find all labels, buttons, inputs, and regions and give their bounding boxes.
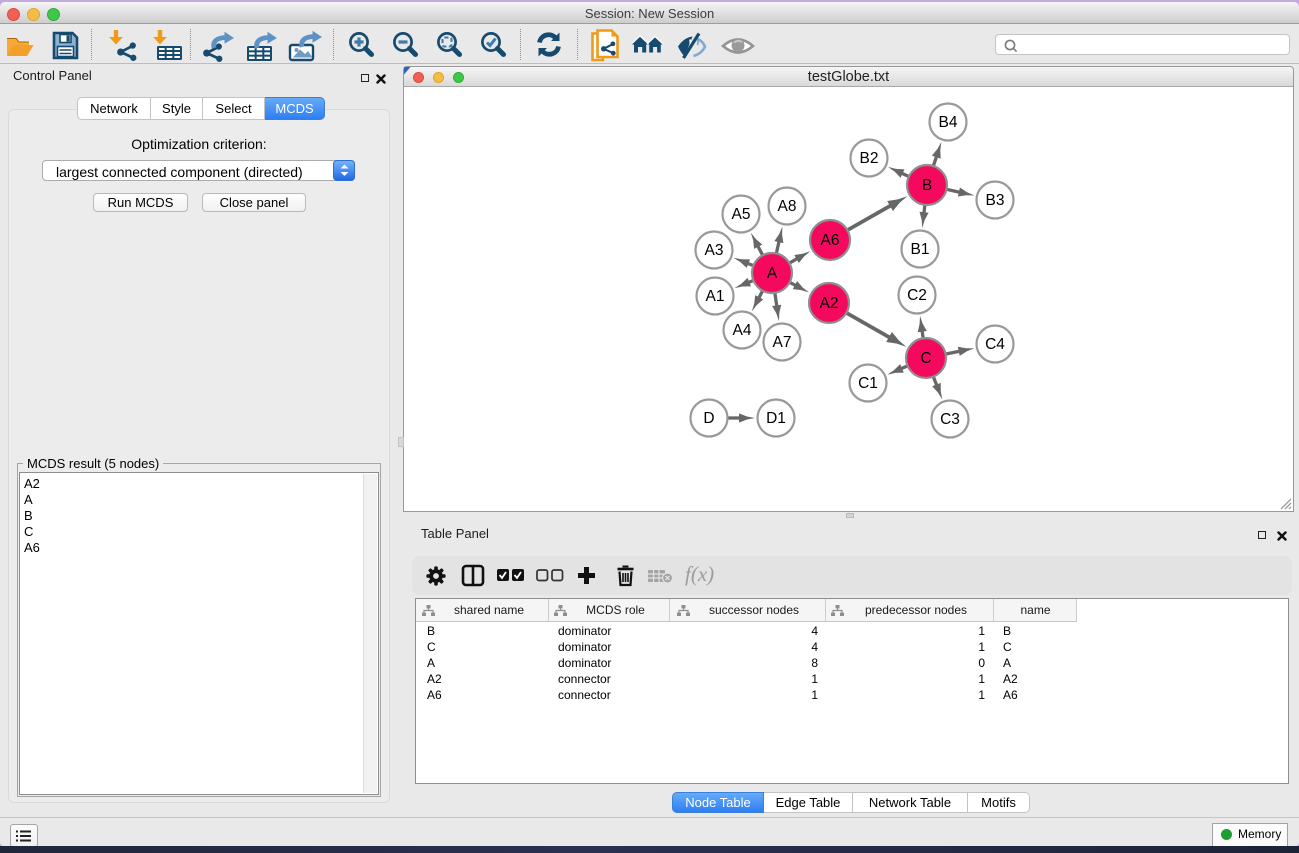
svg-text:A8: A8: [778, 198, 797, 215]
svg-text:B: B: [922, 177, 932, 194]
svg-text:A2: A2: [820, 295, 839, 312]
svg-text:C4: C4: [985, 336, 1005, 353]
svg-text:B3: B3: [986, 192, 1005, 209]
svg-text:A: A: [767, 265, 778, 282]
svg-text:B4: B4: [939, 114, 958, 131]
svg-text:A1: A1: [706, 288, 725, 305]
svg-text:D1: D1: [766, 410, 786, 427]
svg-text:A5: A5: [732, 206, 751, 223]
svg-text:C2: C2: [907, 287, 927, 304]
svg-text:B2: B2: [860, 150, 879, 167]
svg-text:C3: C3: [940, 411, 960, 428]
svg-text:A4: A4: [733, 322, 752, 339]
svg-text:A3: A3: [705, 242, 724, 259]
svg-text:C: C: [920, 350, 931, 367]
svg-text:A7: A7: [773, 334, 792, 351]
svg-text:C1: C1: [858, 375, 878, 392]
svg-text:B1: B1: [911, 241, 930, 258]
svg-text:D: D: [703, 410, 714, 427]
svg-text:A6: A6: [821, 232, 840, 249]
